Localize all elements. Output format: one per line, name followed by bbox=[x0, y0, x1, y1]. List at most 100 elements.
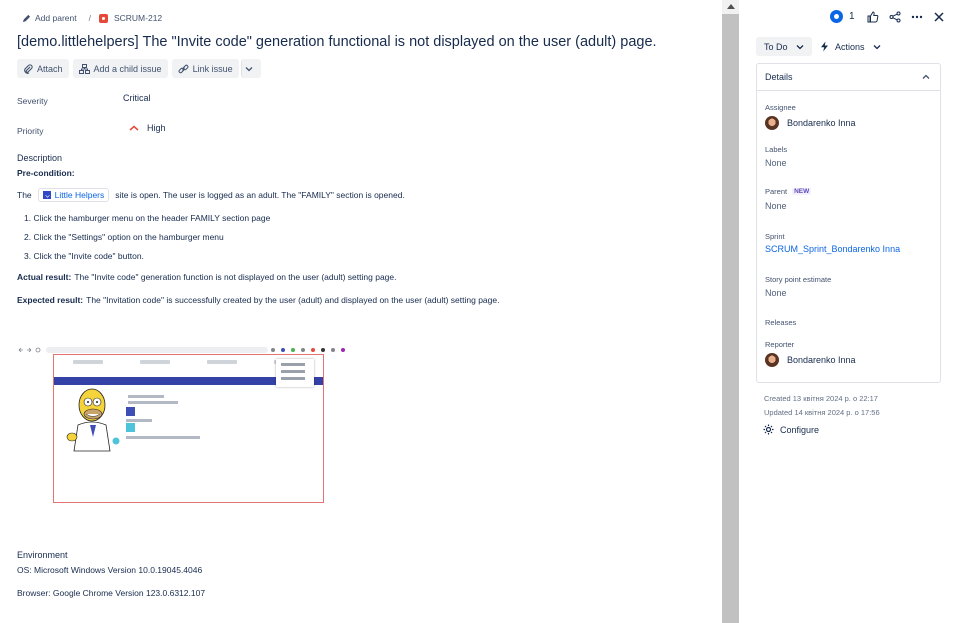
environment-browser: Browser: Google Chrome Version 123.0.631… bbox=[17, 588, 206, 598]
add-child-issue-label: Add a child issue bbox=[93, 63, 162, 74]
attach-button[interactable]: Attach bbox=[17, 59, 69, 78]
scroll-up-icon bbox=[727, 4, 735, 9]
priority-value[interactable]: High bbox=[123, 123, 166, 133]
screenshot-text-line bbox=[128, 395, 164, 398]
share-icon[interactable] bbox=[889, 11, 901, 23]
sprint-label: Sprint bbox=[765, 232, 785, 241]
created-timestamp: Created 13 квітня 2024 р. о 22:17 bbox=[764, 394, 878, 403]
screenshot-page bbox=[53, 354, 324, 503]
step-item: 1. Click the hamburger menu on the heade… bbox=[24, 213, 271, 223]
bug-icon bbox=[98, 13, 108, 23]
severity-label: Severity bbox=[17, 96, 48, 106]
site-favicon-icon bbox=[42, 191, 51, 199]
environment-label: Environment bbox=[17, 550, 68, 560]
paperclip-icon bbox=[24, 63, 33, 74]
vertical-scrollbar[interactable] bbox=[722, 0, 739, 623]
little-helpers-link[interactable]: Little Helpers bbox=[37, 188, 110, 202]
issue-toolbar: Attach Add a child issue Link issue bbox=[17, 59, 261, 78]
lightning-icon bbox=[821, 41, 828, 52]
parent-label: Parent NEW bbox=[765, 187, 812, 196]
breadcrumb: Add parent / SCRUM-212 bbox=[22, 10, 162, 26]
pencil-icon bbox=[22, 14, 31, 22]
configure-label: Configure bbox=[780, 424, 820, 435]
precondition-rest: site is open. The user is logged as an a… bbox=[115, 190, 405, 200]
screenshot-text-line bbox=[128, 401, 178, 404]
priority-value-text: High bbox=[147, 123, 166, 133]
breadcrumb-separator: / bbox=[88, 13, 91, 23]
expected-result-text: The "Invitation code" is successfully cr… bbox=[86, 295, 500, 305]
details-header[interactable]: Details bbox=[757, 64, 940, 91]
chevron-up-icon bbox=[922, 74, 930, 79]
assignee-field[interactable]: Bondarenko Inna bbox=[765, 116, 856, 130]
step-item: 2. Click the "Settings" option on the ha… bbox=[24, 232, 224, 242]
actions-dropdown[interactable]: Actions bbox=[820, 37, 881, 56]
severity-value-text: Critical bbox=[123, 93, 151, 103]
parent-field[interactable]: None bbox=[765, 201, 787, 211]
precondition-text: The Little Helpers site is open. The use… bbox=[17, 188, 405, 202]
precondition-intro: The bbox=[17, 190, 32, 200]
releases-label: Releases bbox=[765, 318, 797, 327]
screenshot-color-swatch bbox=[126, 407, 135, 416]
more-icon[interactable] bbox=[911, 11, 923, 23]
story-points-label: Story point estimate bbox=[765, 275, 832, 284]
scroll-up-button[interactable] bbox=[722, 0, 739, 14]
labels-field[interactable]: None bbox=[765, 158, 787, 168]
priority-label: Priority bbox=[17, 126, 44, 136]
assignee-label: Assignee bbox=[765, 103, 796, 112]
expected-result: Expected result: The "Invitation code" i… bbox=[17, 295, 499, 305]
more-actions-dropdown[interactable] bbox=[240, 59, 261, 78]
chevron-down-icon bbox=[796, 44, 803, 49]
little-helpers-link-text: Little Helpers bbox=[54, 190, 105, 200]
watch-icon[interactable] bbox=[830, 10, 843, 23]
assignee-name: Bondarenko Inna bbox=[787, 118, 856, 128]
gear-icon bbox=[763, 424, 774, 435]
screenshot-color-swatch bbox=[126, 423, 135, 432]
link-issue-button[interactable]: Link issue bbox=[171, 59, 239, 78]
actual-result-text: The "Invite code" generation function is… bbox=[74, 272, 397, 282]
attached-screenshot[interactable] bbox=[17, 344, 353, 504]
homer-illustration bbox=[66, 388, 120, 452]
reporter-field[interactable]: Bondarenko Inna bbox=[765, 353, 856, 367]
configure-button[interactable]: Configure bbox=[763, 424, 819, 435]
description-label: Description bbox=[17, 153, 63, 163]
add-parent-link[interactable]: Add parent bbox=[35, 13, 77, 23]
reporter-label: Reporter bbox=[765, 340, 795, 349]
issue-main-pane: Add parent / SCRUM-212 [demo.littlehelpe… bbox=[0, 0, 722, 623]
updated-timestamp: Updated 14 квітня 2024 р. о 17:56 bbox=[764, 408, 880, 417]
reporter-name: Bondarenko Inna bbox=[787, 355, 856, 365]
issue-title[interactable]: [demo.littlehelpers] The "Invite code" g… bbox=[17, 34, 657, 50]
link-icon bbox=[178, 64, 188, 73]
actual-result: Actual result: The "Invite code" generat… bbox=[17, 272, 396, 282]
sprint-link[interactable]: SCRUM_Sprint_Bondarenko Inna bbox=[765, 244, 900, 254]
issue-side-panel: 1 To Do Actions Details Assignee Bondare… bbox=[739, 0, 956, 623]
avatar bbox=[765, 353, 779, 367]
thumbs-up-icon[interactable] bbox=[867, 10, 879, 23]
screenshot-dropdown bbox=[276, 359, 314, 387]
avatar bbox=[765, 116, 779, 130]
details-title: Details bbox=[765, 72, 793, 82]
link-issue-label: Link issue bbox=[192, 63, 233, 74]
add-child-issue-button[interactable]: Add a child issue bbox=[72, 59, 168, 78]
status-dropdown[interactable]: To Do bbox=[756, 37, 812, 56]
issue-key-link[interactable]: SCRUM-212 bbox=[114, 13, 162, 23]
browser-nav-icon bbox=[18, 347, 41, 352]
screenshot-url-bar bbox=[46, 347, 268, 353]
actual-result-label: Actual result: bbox=[17, 272, 72, 282]
severity-value[interactable]: Critical bbox=[123, 93, 151, 103]
child-issue-icon bbox=[78, 63, 90, 74]
labels-label: Labels bbox=[765, 145, 788, 154]
environment-os: OS: Microsoft Windows Version 10.0.19045… bbox=[17, 565, 203, 575]
screenshot-text-line bbox=[126, 419, 152, 422]
expected-result-label: Expected result: bbox=[17, 295, 84, 305]
story-points-field[interactable]: None bbox=[765, 288, 787, 298]
close-icon[interactable] bbox=[933, 11, 945, 23]
issue-header-actions: 1 bbox=[830, 10, 945, 23]
priority-high-icon bbox=[129, 125, 139, 131]
chevron-down-icon bbox=[873, 44, 880, 49]
precondition-heading: Pre-condition: bbox=[17, 168, 75, 178]
new-badge: NEW bbox=[792, 188, 812, 195]
screenshot-text-line bbox=[126, 436, 200, 439]
details-panel: Details Assignee Bondarenko Inna Labels … bbox=[756, 63, 941, 383]
attach-label: Attach bbox=[37, 63, 63, 74]
chevron-down-icon bbox=[245, 66, 253, 71]
